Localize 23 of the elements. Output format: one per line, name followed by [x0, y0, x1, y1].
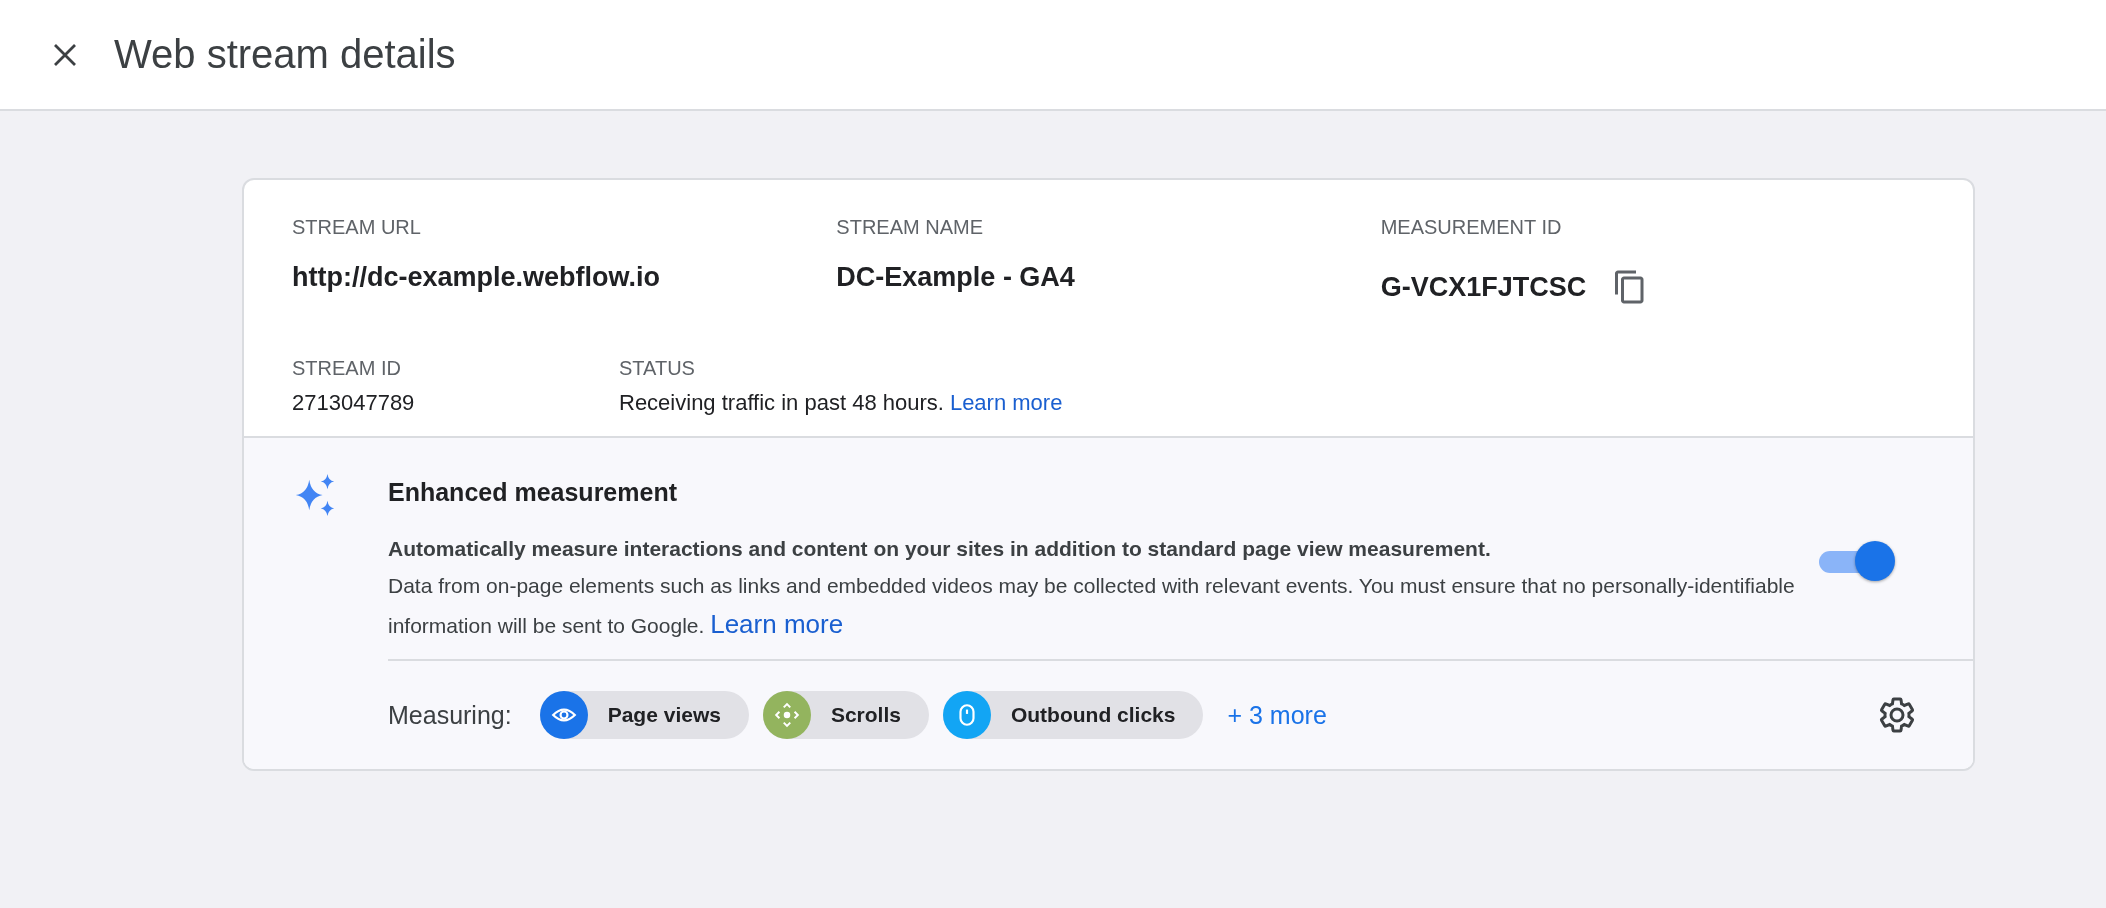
page-title: Web stream details	[114, 32, 456, 77]
description-text: Data from on-page elements such as links and embedded videos may be collected with relevant events. You must ensure that no personally-identifiable information will be sent to Google. Learn more	[388, 573, 1796, 641]
more-link[interactable]: + 3 more	[1227, 700, 1327, 730]
field-value: http://dc-example.webflow.io	[292, 261, 661, 293]
measurement-chip[interactable]: Scrolls	[762, 691, 929, 739]
field-label: STREAM URL	[292, 216, 422, 239]
summary-text: Automatically measure interactions and content on your sites in addition to standard page view measurement.	[388, 537, 1491, 560]
learn-more-link[interactable]: Learn more	[710, 609, 844, 639]
field-value: DC-Example - GA4	[836, 261, 1075, 293]
field-value: G-VCX1FJTCSC	[1380, 271, 1587, 303]
field-label: STATUS	[619, 357, 696, 380]
toggle-switch[interactable]	[1819, 541, 1895, 581]
measuring-label: Measuring:	[388, 700, 512, 730]
settings-icon[interactable]	[1877, 695, 1917, 735]
status-text: Receiving traffic in past 48 hours.	[619, 390, 944, 415]
field-label: STREAM NAME	[836, 216, 984, 239]
field-value: 2713047789	[292, 390, 416, 416]
field-label: STREAM ID	[292, 357, 402, 380]
section-title: Enhanced measurement	[388, 478, 678, 507]
measurement-chip[interactable]: Page views	[539, 691, 749, 739]
learn-more-link[interactable]: Learn more	[949, 390, 1063, 415]
field-label: MEASUREMENT ID	[1380, 216, 1563, 239]
measurement-chip[interactable]: Outbound clicks	[942, 691, 1204, 739]
